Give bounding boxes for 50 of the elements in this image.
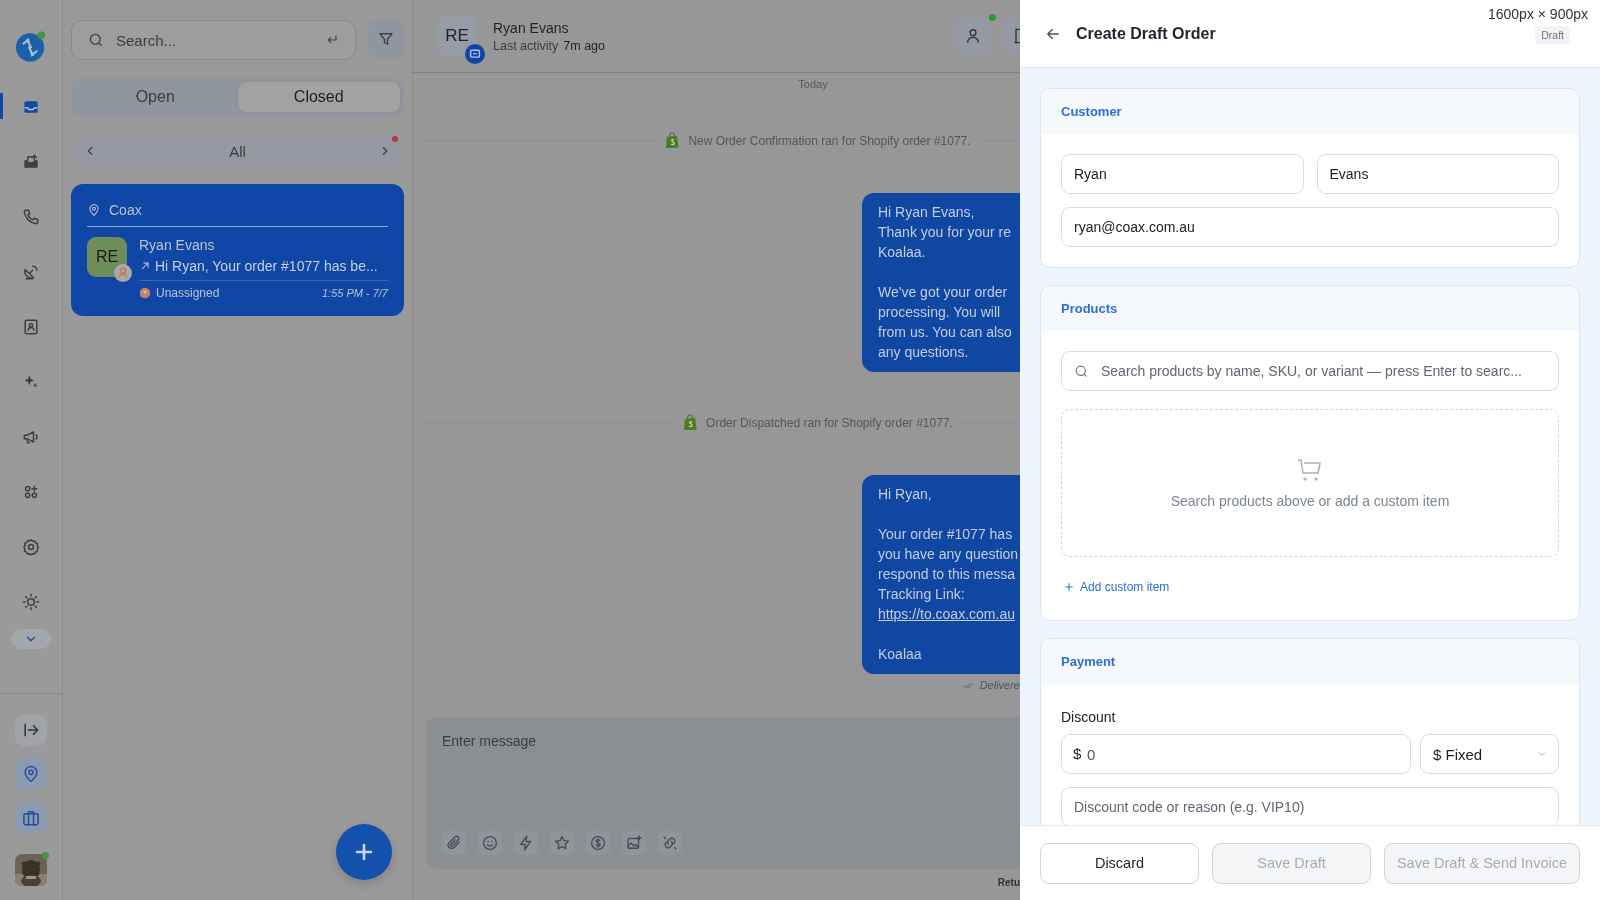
message-line: Tracking Link: [878,585,965,604]
message-line: respond to this messa [878,565,1015,584]
message-time: 1:55 PM - 7/7 [321,287,388,299]
status-tab[interactable]: Closed [236,81,401,113]
tracking-link[interactable]: https://to.coax.com.au [878,604,1015,624]
date-label: Today [797,78,829,90]
field-label: Discount [1061,709,1117,725]
message-line: Hi Ryan, [878,485,932,504]
view-label: All [229,142,246,160]
add-custom-item-link[interactable]: Add custom item [1064,580,1170,594]
product-search-field[interactable]: Search products by name, SKU, or variant — press Enter to searc... [1061,351,1559,391]
event-text: New Order Confirmation ran for Shopify order #1077. [688,133,971,148]
last-name-field[interactable]: Evans [1316,154,1559,194]
message-line: Koalaa. [878,243,926,262]
message-line: you have any question [878,545,1019,564]
section-heading: Payment [1061,654,1116,669]
message-line: from us. You can also [878,323,1012,342]
message-line: any questions. [878,343,969,362]
conversation-card[interactable]: Coax RE Ryan Evans Hi Ryan, Your order #1077 has be... Unassigned 1:55 PM - 7/7 [71,184,404,316]
footer-button[interactable]: Discard [1040,842,1199,884]
event-text: Order Dispatched ran for Shopify order #1077. [706,415,953,430]
discount-type-dropdown[interactable]: $ Fixed [1420,734,1559,774]
status-badge: Draft [1535,26,1570,44]
message-line: Koalaa [878,645,922,664]
message-line: We've got your order [878,283,1008,302]
search-field[interactable]: Search... [71,20,356,60]
assignee-label: Unassigned [156,286,220,300]
message-line: processing. You will [878,303,1001,322]
message-preview: Hi Ryan, Your order #1077 has be... [155,258,378,274]
message-input[interactable]: Enter message [442,733,642,749]
email-field[interactable]: ryan@coax.com.au [1061,207,1559,247]
section-heading: Customer [1061,104,1122,119]
location-name: Coax [109,202,142,218]
contact-name: Ryan Evans [493,19,570,36]
first-name-field[interactable]: Ryan [1061,154,1304,194]
status-tab[interactable]: Open [74,81,237,113]
currency-symbol: $ [1073,745,1082,762]
delivery-status: Delivere [979,679,1020,691]
activity-time: 7m ago [563,38,605,53]
panel-title: Create Draft Order [1076,24,1216,43]
message-line: Your order #1077 has [878,525,1013,544]
empty-state-text: Search products above or add a custom item [1170,493,1450,509]
discount-code-field[interactable]: Discount code or reason (e.g. VIP10) [1061,787,1559,825]
keyboard-hint: Retu [997,877,1020,888]
contact-name: Ryan Evans [139,237,216,253]
section-heading: Products [1061,301,1118,316]
activity-label: Last activity [493,38,559,53]
message-line: Thank you for your re [878,223,1012,242]
size-note: 1600px × 900px [1487,6,1588,22]
message-line: Hi Ryan Evans, [878,203,975,222]
